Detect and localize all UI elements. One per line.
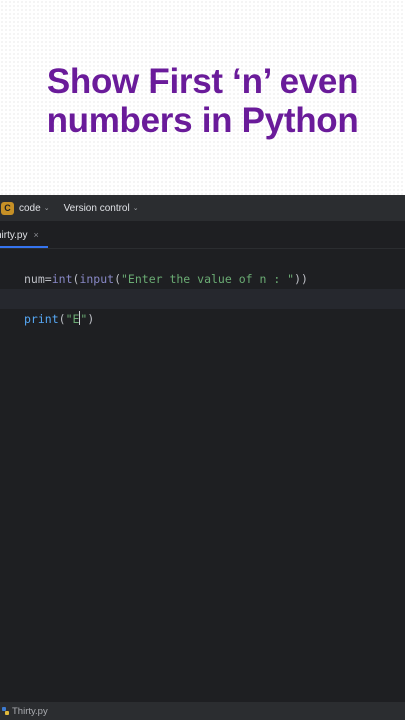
code-token-builtin: int bbox=[51, 272, 73, 286]
code-token-str: "Enter the value of n : " bbox=[121, 272, 295, 286]
title-line-2: numbers in Python bbox=[46, 101, 359, 140]
close-paren: ) bbox=[87, 312, 95, 326]
tab-label[interactable]: hirty.py bbox=[0, 230, 28, 241]
code-line-1-text[interactable]: num=int(input("Enter the value of n : ")… bbox=[24, 269, 308, 289]
title-banner: Show First ‘n’ even numbers in Python bbox=[0, 0, 405, 195]
code-token-ident: num bbox=[24, 272, 45, 286]
version-control-menu[interactable]: Version control bbox=[64, 203, 130, 214]
tab-thirty-py[interactable]: hirty.py × bbox=[0, 222, 47, 248]
print-keyword: print bbox=[24, 312, 59, 326]
code-token-ident: ( bbox=[114, 272, 121, 286]
project-badge-icon[interactable]: C bbox=[1, 201, 14, 215]
code-line-3-text[interactable]: print("E") bbox=[24, 309, 94, 329]
video-title: Show First ‘n’ even numbers in Python bbox=[0, 62, 405, 140]
status-file-name[interactable]: Thirty.py bbox=[12, 706, 48, 717]
code-editor[interactable]: num=int(input("Enter the value of n : ")… bbox=[0, 249, 405, 701]
chevron-down-icon[interactable]: ⌄ bbox=[44, 204, 50, 212]
main-toolbar: C code ⌄ Version control ⌄ bbox=[0, 195, 405, 222]
project-name[interactable]: code bbox=[19, 203, 41, 214]
ide-window: C code ⌄ Version control ⌄ hirty.py × nu… bbox=[0, 195, 405, 720]
close-icon[interactable]: × bbox=[34, 230, 39, 240]
status-bar: Thirty.py bbox=[0, 701, 405, 720]
title-line-1: Show First ‘n’ even bbox=[46, 62, 359, 101]
chevron-down-icon[interactable]: ⌄ bbox=[133, 204, 139, 212]
code-token-ident: )) bbox=[294, 272, 308, 286]
python-file-icon bbox=[2, 707, 9, 716]
editor-tab-bar: hirty.py × bbox=[0, 222, 405, 249]
active-tab-indicator bbox=[0, 246, 48, 248]
code-line-3[interactable]: print("E") bbox=[0, 289, 405, 326]
code-token-builtin: input bbox=[79, 272, 115, 286]
string-literal: "E bbox=[65, 312, 80, 326]
open-paren: ( bbox=[58, 312, 66, 326]
code-line-1[interactable]: num=int(input("Enter the value of n : ")… bbox=[0, 249, 405, 286]
code-token-ident: = bbox=[44, 272, 52, 286]
